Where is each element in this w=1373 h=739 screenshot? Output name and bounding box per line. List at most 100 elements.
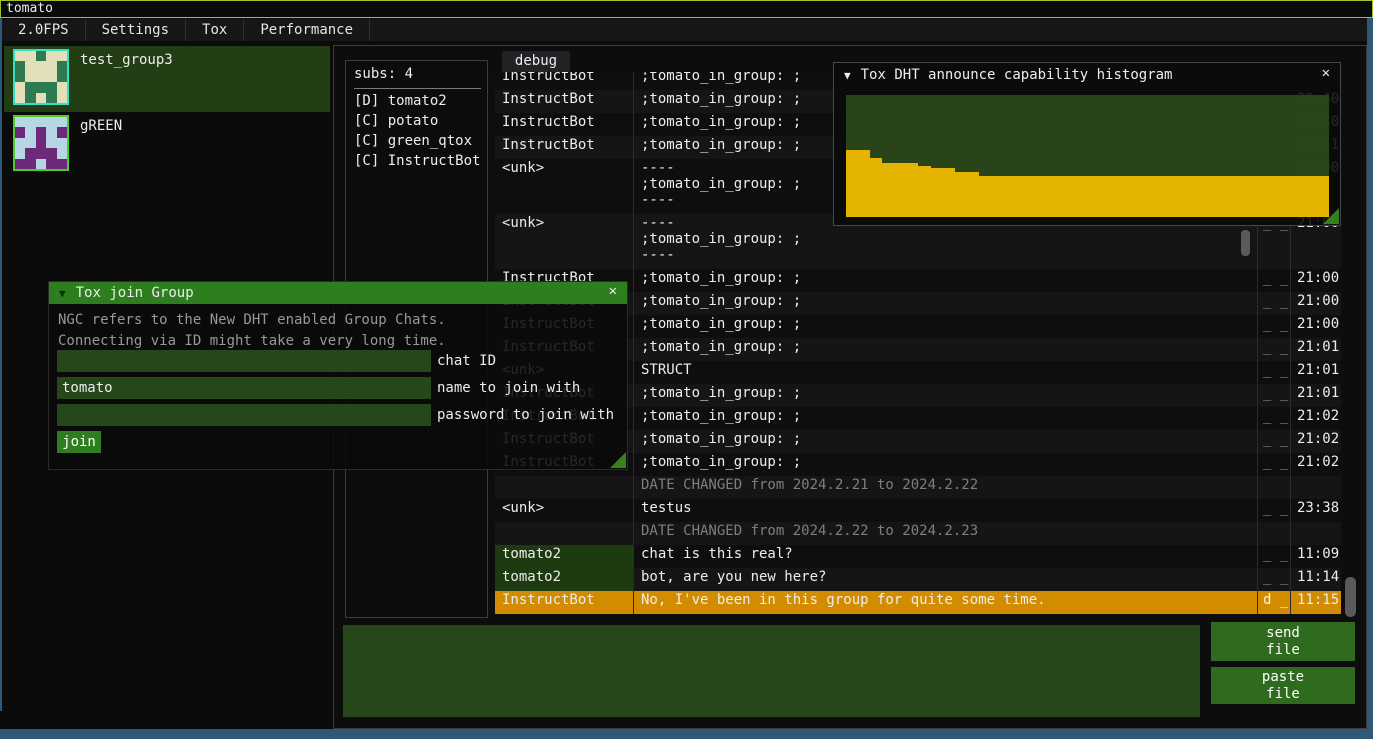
menu-item-tox[interactable]: Tox <box>186 19 244 41</box>
histogram-bar <box>1269 176 1281 217</box>
avatar-pixel <box>25 159 35 169</box>
name-field[interactable]: tomato <box>57 377 431 399</box>
message-timestamp: 11:09 <box>1290 545 1341 568</box>
histogram-bar <box>906 163 918 217</box>
window-title-bar[interactable]: tomato <box>0 0 1373 18</box>
message-text: DATE CHANGED from 2024.2.22 to 2024.2.23 <box>633 522 1257 545</box>
group-avatar <box>13 49 69 105</box>
join-window-title: Tox join Group <box>76 285 194 301</box>
paste-file-button[interactable]: paste file <box>1211 667 1355 704</box>
message-text: No, I've been in this group for quite so… <box>633 591 1257 614</box>
histogram-bar <box>1075 176 1087 217</box>
subs-separator <box>354 88 481 89</box>
avatar-pixel <box>36 127 46 137</box>
avatar-pixel <box>46 72 56 82</box>
group-item-gREEN[interactable]: gREEN <box>4 112 330 168</box>
tab-debug[interactable]: debug <box>502 51 570 72</box>
avatar-pixel <box>15 51 25 61</box>
histogram-bar <box>1015 176 1027 217</box>
message-timestamp: 11:15 <box>1290 591 1341 614</box>
message-sender <box>495 476 633 499</box>
resize-grip-icon[interactable] <box>610 452 626 468</box>
member-item[interactable]: [C] InstructBot <box>354 151 480 171</box>
histogram-bar <box>1088 176 1100 217</box>
password-field[interactable] <box>57 404 431 426</box>
chat-scrollbar-thumb[interactable] <box>1345 577 1356 617</box>
histogram-bar <box>1233 176 1245 217</box>
close-icon[interactable]: ✕ <box>1322 65 1330 81</box>
send-file-button[interactable]: send file <box>1211 622 1355 661</box>
message-timestamp <box>1290 522 1341 545</box>
menu-item-settings[interactable]: Settings <box>86 19 186 41</box>
avatar-pixel <box>15 138 25 148</box>
member-item[interactable]: [C] green_qtox <box>354 131 472 151</box>
avatar-pixel <box>46 82 56 92</box>
message-timestamp: 21:00 <box>1290 269 1341 292</box>
histogram-bar <box>1003 176 1015 217</box>
message-input[interactable] <box>343 625 1200 717</box>
group-item-test_group3[interactable]: test_group3 <box>4 46 330 112</box>
avatar-pixel <box>57 82 67 92</box>
histogram-bar <box>1293 176 1305 217</box>
message-cell-scrollbar-thumb[interactable] <box>1241 230 1250 256</box>
message-text: testus <box>633 499 1257 522</box>
close-icon[interactable]: ✕ <box>609 283 617 299</box>
avatar-pixel <box>46 61 56 71</box>
avatar-pixel <box>57 51 67 61</box>
member-item[interactable]: [C] potato <box>354 111 438 131</box>
histogram-plot <box>846 95 1329 217</box>
group-name-label: test_group3 <box>80 52 173 68</box>
histogram-bar <box>1051 176 1063 217</box>
subs-count-label: subs: 4 <box>354 66 413 82</box>
resize-grip-icon[interactable] <box>1323 208 1339 224</box>
avatar-pixel <box>57 148 67 158</box>
chat-id-label: chat ID <box>437 350 496 372</box>
message-flags: _ _ <box>1257 430 1290 453</box>
message-sender <box>495 522 633 545</box>
histogram-window-titlebar[interactable]: ▼ Tox DHT announce capability histogram … <box>834 63 1340 87</box>
message-text: DATE CHANGED from 2024.2.21 to 2024.2.22 <box>633 476 1257 499</box>
avatar-pixel <box>57 117 67 127</box>
menu-item-performance[interactable]: Performance <box>244 19 370 41</box>
message-sender: tomato2 <box>495 568 633 591</box>
avatar-pixel <box>15 159 25 169</box>
chat-scrollbar[interactable] <box>1344 72 1357 617</box>
avatar-pixel <box>25 138 35 148</box>
group-avatar <box>13 115 69 171</box>
chat-id-field[interactable] <box>57 350 431 372</box>
chat-message-row: InstructBotNo, I've been in this group f… <box>495 591 1341 614</box>
collapse-triangle-icon[interactable]: ▼ <box>59 287 66 300</box>
join-button[interactable]: join <box>57 431 101 453</box>
message-flags: _ _ <box>1257 407 1290 430</box>
join-window-titlebar[interactable]: ▼ Tox join Group ✕ <box>49 282 627 304</box>
chat-message-row: tomato2bot, are you new here?_ _11:14 <box>495 568 1341 591</box>
avatar-pixel <box>46 138 56 148</box>
date-separator-row: DATE CHANGED from 2024.2.22 to 2024.2.23 <box>495 522 1341 545</box>
window-frame-bottom <box>0 729 1373 739</box>
message-timestamp: 21:01 <box>1290 338 1341 361</box>
avatar-pixel <box>36 61 46 71</box>
histogram-window: ▼ Tox DHT announce capability histogram … <box>833 62 1341 226</box>
message-timestamp <box>1290 476 1341 499</box>
avatar-pixel <box>15 93 25 103</box>
message-timestamp: 21:00 <box>1290 315 1341 338</box>
member-item[interactable]: [D] tomato2 <box>354 91 447 111</box>
message-flags: _ _ <box>1257 361 1290 384</box>
message-timestamp: 11:14 <box>1290 568 1341 591</box>
message-timestamp: 21:00 <box>1290 292 1341 315</box>
avatar-pixel <box>15 61 25 71</box>
paste-file-label-1: paste <box>1211 669 1355 686</box>
message-sender: InstructBot <box>495 72 633 90</box>
avatar-pixel <box>36 117 46 127</box>
histogram-bar <box>846 150 858 217</box>
avatar-pixel <box>36 138 46 148</box>
message-text: ;tomato_in_group: ; <box>633 407 1257 430</box>
histogram-bar <box>1136 176 1148 217</box>
histogram-bar <box>1220 176 1232 217</box>
histogram-bar <box>1148 176 1160 217</box>
message-text: ;tomato_in_group: ; <box>633 453 1257 476</box>
avatar-pixel <box>25 72 35 82</box>
collapse-triangle-icon[interactable]: ▼ <box>844 69 851 82</box>
join-group-window: ▼ Tox join Group ✕ NGC refers to the New… <box>48 281 628 470</box>
message-sender: tomato2 <box>495 545 633 568</box>
